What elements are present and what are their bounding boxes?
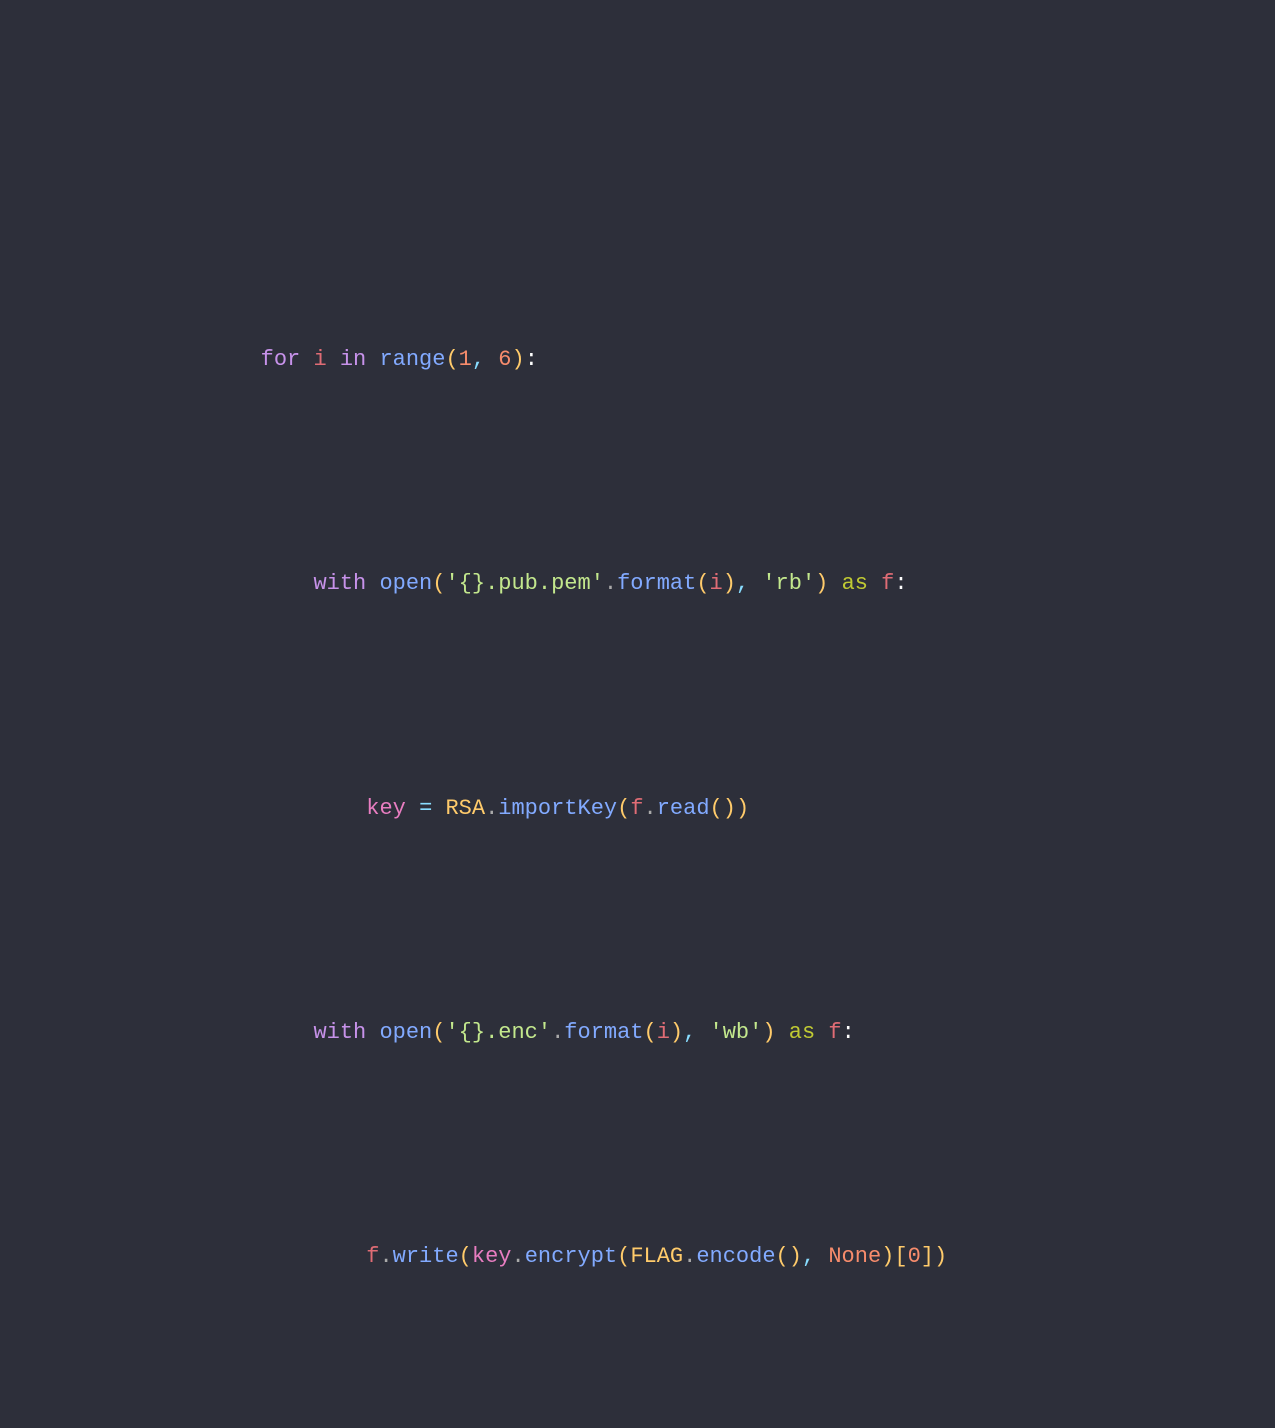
num-6: 6: [498, 347, 511, 372]
string-rb: 'rb': [762, 571, 815, 596]
var-f3: f: [828, 1020, 841, 1045]
var-f4: f: [366, 1244, 379, 1269]
string-wb: 'wb': [710, 1020, 763, 1045]
var-i3: i: [657, 1020, 670, 1045]
encode-method: encode: [696, 1244, 775, 1269]
encrypt-method: encrypt: [525, 1244, 617, 1269]
line-with1: with open('{}.pub.pem'.format(i), 'rb') …: [208, 528, 947, 640]
colon1: :: [525, 347, 538, 372]
var-key: key: [366, 796, 406, 821]
open-func1: open: [379, 571, 432, 596]
line-write: f.write(key.encrypt(FLAG.encode(), None)…: [208, 1201, 947, 1313]
as-keyword1: as: [842, 571, 868, 596]
with-keyword1: with: [313, 571, 366, 596]
open-func2: open: [379, 1020, 432, 1045]
string-pub: '{}.pub.pem': [445, 571, 603, 596]
for-keyword: for: [261, 347, 301, 372]
var-f2: f: [630, 796, 643, 821]
format-method1: format: [617, 571, 696, 596]
read-method: read: [657, 796, 710, 821]
var-i2: i: [710, 571, 723, 596]
code-block: #!/usr/bin/env python3 from Crypto.Publi…: [148, 0, 1007, 1428]
index-0: 0: [908, 1244, 921, 1269]
var-f1: f: [881, 571, 894, 596]
var-key2: key: [472, 1244, 512, 1269]
format-method2: format: [564, 1020, 643, 1045]
line-blank: [208, 154, 947, 191]
with-keyword2: with: [313, 1020, 366, 1045]
as-keyword2: as: [789, 1020, 815, 1045]
line-key: key = RSA.importKey(f.read()): [208, 752, 947, 864]
paren-open1: (: [445, 347, 458, 372]
range-func: range: [379, 347, 445, 372]
rsa-ref: RSA: [445, 796, 485, 821]
write-method: write: [393, 1244, 459, 1269]
var-i: i: [313, 347, 326, 372]
line-with2: with open('{}.enc'.format(i), 'wb') as f…: [208, 977, 947, 1089]
num-1: 1: [459, 347, 472, 372]
string-enc: '{}.enc': [445, 1020, 551, 1045]
paren-close1: ): [511, 347, 524, 372]
import-key-method: importKey: [498, 796, 617, 821]
in-keyword: in: [340, 347, 366, 372]
flag-ref: FLAG: [630, 1244, 683, 1269]
line-for: for i in range(1, 6):: [208, 304, 947, 416]
none-keyword: None: [828, 1244, 881, 1269]
line-import2: from secret import FLAG: [208, 0, 947, 42]
